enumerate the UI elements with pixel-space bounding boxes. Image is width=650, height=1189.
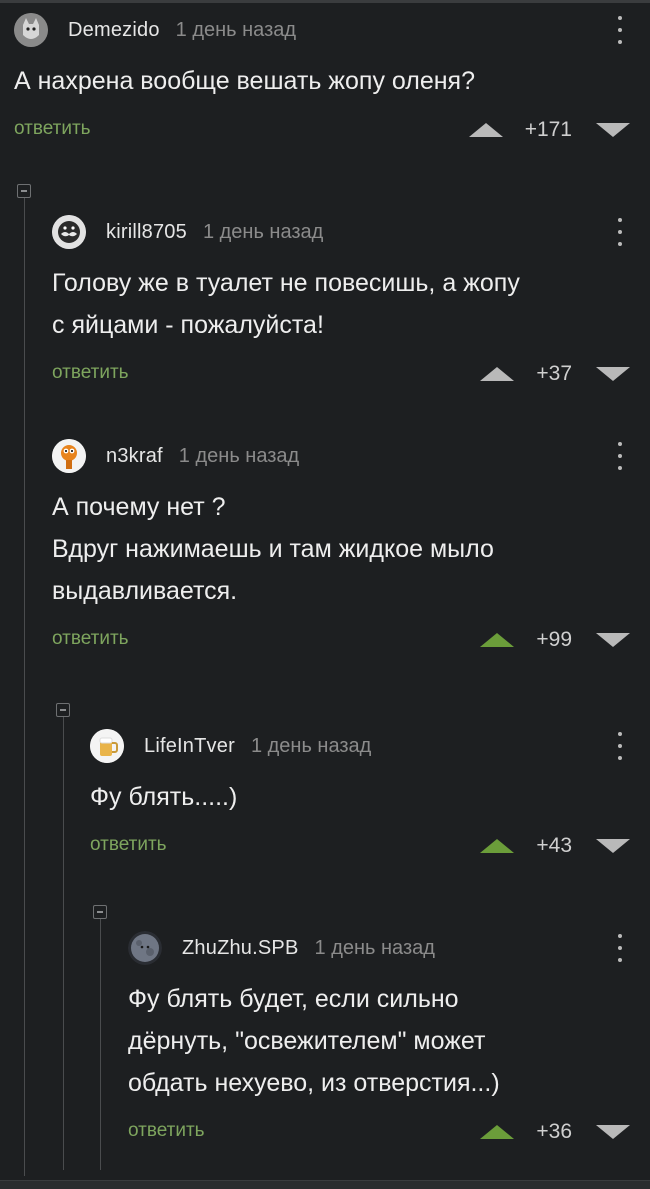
comment-text: Голову же в туалет не повесишь, а жопу с…: [52, 262, 630, 346]
upvote-icon[interactable]: [480, 839, 515, 853]
downvote-icon[interactable]: [596, 839, 630, 853]
comment-line: обдать нехуево, из отверстия...): [128, 1069, 500, 1097]
cat-avatar-icon[interactable]: [14, 13, 48, 47]
comment-line: Фу блять.....): [90, 783, 238, 811]
comment-actions: ответить +171: [14, 116, 630, 146]
downvote-icon[interactable]: [596, 633, 630, 647]
comment-time: 1 день назад: [250, 734, 372, 757]
upvote-icon[interactable]: [468, 123, 503, 137]
comment: n3kraf 1 день назад А почему нет ? Вдруг…: [52, 438, 630, 656]
comment-header: LifeInTver 1 день назад: [90, 728, 630, 764]
comment-score: +43: [536, 834, 572, 857]
author-nick[interactable]: kirill8705: [106, 221, 187, 244]
comment: LifeInTver 1 день назад Фу блять.....) о…: [90, 728, 630, 862]
vote-controls: +36: [480, 1118, 630, 1146]
thread-line: [63, 705, 64, 1170]
thread-line: [100, 907, 101, 1170]
comment-header: n3kraf 1 день назад: [52, 438, 630, 474]
more-menu-icon[interactable]: [610, 16, 630, 44]
comment-score: +99: [536, 628, 572, 651]
comment-time: 1 день назад: [175, 18, 297, 41]
comment-time: 1 день назад: [314, 936, 435, 959]
thread-line: [24, 186, 25, 1176]
beer-avatar-icon[interactable]: [90, 729, 124, 763]
downvote-icon[interactable]: [596, 123, 630, 137]
more-menu-icon[interactable]: [610, 218, 630, 246]
downvote-icon[interactable]: [596, 1125, 630, 1139]
comment-time: 1 день назад: [178, 444, 300, 467]
comment-actions: ответить +37: [52, 360, 630, 390]
vote-controls: +171: [468, 116, 630, 144]
author-nick[interactable]: LifeInTver: [144, 735, 235, 758]
collapse-thread-button[interactable]: [56, 703, 70, 717]
comment-line: дёрнуть, "освежителем" может: [128, 1027, 486, 1055]
reply-button[interactable]: ответить: [52, 362, 129, 384]
comment-line: с яйцами - пожалуйста!: [52, 311, 324, 339]
reply-button[interactable]: ответить: [128, 1120, 205, 1142]
author-nick[interactable]: ZhuZhu.SPB: [182, 937, 299, 960]
moon-avatar-icon[interactable]: [128, 931, 162, 965]
downvote-icon[interactable]: [596, 367, 630, 381]
comment-line: Голову же в туалет не повесишь, а жопу: [52, 269, 520, 297]
comment-score: +171: [524, 118, 572, 141]
author-nick[interactable]: Demezido: [68, 19, 160, 42]
comment: kirill8705 1 день назад Голову же в туал…: [52, 214, 630, 390]
more-menu-icon[interactable]: [610, 732, 630, 760]
comment-text: А нахрена вообще вешать жопу оленя?: [14, 60, 630, 102]
comment-actions: ответить +43: [90, 832, 630, 862]
author-nick[interactable]: n3kraf: [106, 445, 163, 468]
vote-controls: +99: [480, 626, 630, 654]
comment-line: выдавливается.: [52, 577, 238, 605]
comment-text: Фу блять будет, если сильно дёрнуть, "ос…: [128, 978, 630, 1104]
vote-controls: +37: [480, 360, 630, 388]
comment-score: +37: [536, 362, 572, 385]
comment-header: kirill8705 1 день назад: [52, 214, 630, 250]
collapse-thread-button[interactable]: [17, 184, 31, 198]
comment-actions: ответить +99: [52, 626, 630, 656]
comment-actions: ответить +36: [128, 1118, 630, 1148]
comment-header: Demezido 1 день назад: [14, 12, 630, 48]
comment-line: А почему нет ?: [52, 493, 226, 521]
comment-line: Вдруг нажимаешь и там жидкое мыло: [52, 535, 494, 563]
top-divider: [0, 0, 650, 3]
upvote-icon[interactable]: [480, 367, 515, 381]
comment-line: А нахрена вообще вешать жопу оленя?: [14, 67, 475, 95]
upvote-icon[interactable]: [480, 633, 515, 647]
comment-score: +36: [536, 1120, 572, 1143]
reply-button[interactable]: ответить: [52, 628, 129, 650]
vote-controls: +43: [480, 832, 630, 860]
more-menu-icon[interactable]: [610, 934, 630, 962]
comment-time: 1 день назад: [202, 220, 324, 243]
more-menu-icon[interactable]: [610, 442, 630, 470]
comment-text: А почему нет ? Вдруг нажимаешь и там жид…: [52, 486, 630, 612]
mustache-avatar-icon[interactable]: [52, 215, 86, 249]
upvote-icon[interactable]: [480, 1125, 515, 1139]
collapse-thread-button[interactable]: [93, 905, 107, 919]
comment: Demezido 1 день назад А нахрена вообще в…: [14, 12, 630, 146]
cartoon-avatar-icon[interactable]: [52, 439, 86, 473]
reply-button[interactable]: ответить: [14, 118, 91, 140]
comment-header: ZhuZhu.SPB 1 день назад: [128, 930, 630, 966]
comment-text: Фу блять.....): [90, 776, 630, 818]
comment: ZhuZhu.SPB 1 день назад Фу блять будет, …: [128, 930, 630, 1148]
comment-line: Фу блять будет, если сильно: [128, 985, 459, 1013]
reply-button[interactable]: ответить: [90, 834, 167, 856]
